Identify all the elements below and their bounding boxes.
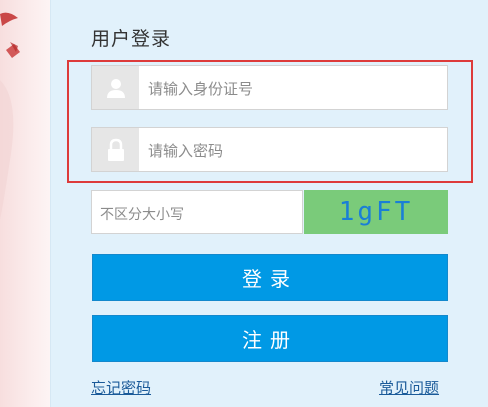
captcha-input[interactable]: 不区分大小写 — [91, 190, 303, 234]
faq-link[interactable]: 常见问题 — [379, 377, 439, 398]
password-input[interactable]: 请输入密码 — [91, 127, 448, 172]
lock-icon — [92, 128, 139, 171]
login-title: 用户登录 — [91, 28, 172, 50]
password-placeholder: 请输入密码 — [148, 142, 224, 160]
id-number-placeholder: 请输入身份证号 — [148, 80, 254, 98]
user-icon — [92, 66, 139, 109]
forgot-password-link[interactable]: 忘记密码 — [91, 377, 151, 398]
captcha-placeholder: 不区分大小写 — [100, 207, 184, 223]
captcha-image[interactable]: 1gFT — [304, 190, 448, 234]
id-number-input[interactable]: 请输入身份证号 — [91, 65, 448, 110]
login-button[interactable]: 登录 — [92, 254, 448, 301]
register-button[interactable]: 注册 — [92, 315, 448, 362]
